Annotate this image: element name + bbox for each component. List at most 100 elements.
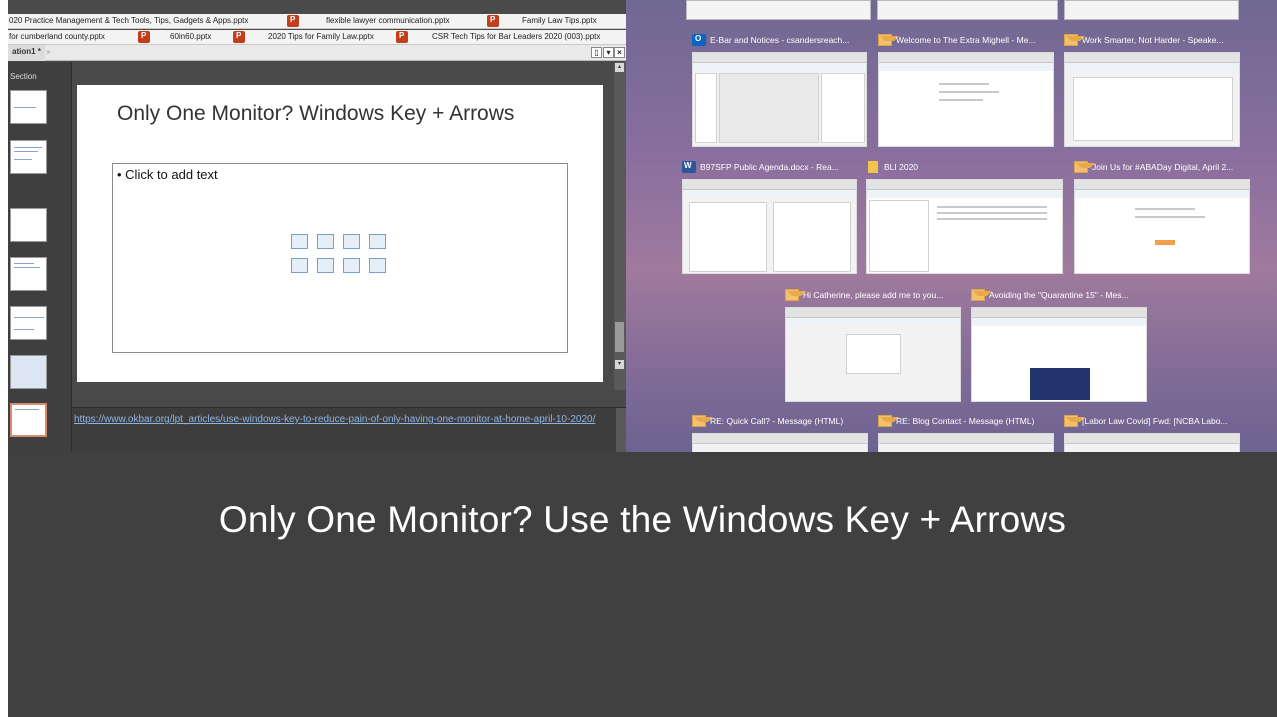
close-tab-icon[interactable]: × bbox=[46, 48, 51, 57]
task-view-window[interactable]: E-Bar and Notices - csandersreach... bbox=[692, 34, 867, 148]
window-thumbnail[interactable] bbox=[877, 0, 1058, 20]
recent-file-item[interactable]: 020 Practice Management & Tech Tools, Ti… bbox=[9, 16, 248, 25]
window-thumbnail[interactable] bbox=[686, 0, 871, 20]
window-preview bbox=[1074, 179, 1250, 274]
insert-online-picture-icon[interactable] bbox=[317, 258, 334, 273]
slide-caption: Only One Monitor? Use the Windows Key + … bbox=[218, 499, 1067, 540]
notes-hyperlink[interactable]: https://www.okbar.org/lpt_articles/use-w… bbox=[74, 414, 604, 426]
window-title: Hi Catherine, please add me to you... bbox=[803, 290, 944, 300]
window-title: Join Us for #ABADay Digital, April 2... bbox=[1092, 162, 1234, 172]
recent-file-item[interactable]: flexible lawyer communication.pptx bbox=[326, 16, 450, 25]
task-view-window[interactable]: B97SFP Public Agenda.docx - Rea... bbox=[682, 161, 857, 275]
window-title: [Labor Law Covid] Fwd: [NCBA Labo... bbox=[1082, 416, 1228, 426]
window-preview bbox=[692, 52, 867, 147]
window-preview bbox=[1064, 433, 1240, 452]
recent-file-item[interactable]: Family Law Tips.pptx bbox=[522, 16, 597, 25]
word-icon bbox=[682, 161, 696, 173]
window-title: Work Smarter, Not Harder - Speake... bbox=[1082, 35, 1224, 45]
slide-thumbnail[interactable] bbox=[10, 306, 47, 340]
window-title: E-Bar and Notices - csandersreach... bbox=[710, 35, 850, 45]
scroll-down-icon[interactable]: ▾ bbox=[615, 360, 624, 369]
mail-icon bbox=[1064, 415, 1085, 427]
insert-video-icon[interactable] bbox=[343, 258, 360, 273]
content-placeholder[interactable]: • Click to add text bbox=[112, 163, 568, 353]
mail-icon bbox=[785, 289, 806, 301]
task-view-window[interactable]: Welcome to The Extra Mighell - Me... bbox=[878, 34, 1054, 148]
task-view-window[interactable]: BLI 2020 bbox=[866, 161, 1063, 275]
chevron-down-icon[interactable]: ▾ bbox=[603, 47, 614, 58]
recent-file-item[interactable]: 60in60.pptx bbox=[170, 32, 211, 41]
task-view-window[interactable]: Avoiding the "Quarantine 15" - Mes... bbox=[971, 289, 1147, 403]
presentation-slide: 020 Practice Management & Tech Tools, Ti… bbox=[8, 0, 1277, 717]
recent-files-row: 020 Practice Management & Tech Tools, Ti… bbox=[8, 14, 626, 29]
vertical-scrollbar[interactable]: ▴ ▾ bbox=[614, 62, 626, 390]
window-preview bbox=[682, 179, 857, 274]
window-preview bbox=[785, 307, 961, 402]
insert-content-icons bbox=[291, 234, 391, 284]
task-view-window[interactable]: RE: Quick Call? - Message (HTML) bbox=[692, 415, 868, 452]
slide-thumbnail[interactable] bbox=[10, 90, 47, 124]
insert-chart-icon[interactable] bbox=[317, 234, 334, 249]
document-tab-bar: ation1 * × ▯ ▾ × bbox=[8, 45, 626, 61]
slide-thumbnail-selected[interactable] bbox=[10, 403, 47, 437]
pptx-file-icon bbox=[233, 31, 245, 43]
window-title: RE: Quick Call? - Message (HTML) bbox=[710, 416, 844, 426]
window-title: RE: Blog Contact - Message (HTML) bbox=[896, 416, 1035, 426]
scroll-up-icon[interactable]: ▴ bbox=[615, 63, 624, 72]
slide-thumbnail[interactable] bbox=[10, 208, 47, 242]
recent-files-row: for cumberland county.pptx 60in60.pptx 2… bbox=[8, 30, 626, 45]
folder-icon bbox=[868, 161, 878, 173]
window-preview bbox=[692, 433, 868, 452]
insert-3d-model-icon[interactable] bbox=[369, 234, 386, 249]
pptx-file-icon bbox=[487, 15, 499, 27]
window-preview bbox=[1064, 52, 1240, 147]
new-document-icon[interactable]: ▯ bbox=[591, 47, 602, 58]
notes-scrollbar[interactable] bbox=[616, 408, 626, 452]
task-view-window[interactable]: Hi Catherine, please add me to you... bbox=[785, 289, 961, 403]
window-preview bbox=[971, 307, 1147, 402]
insert-icons-icon[interactable] bbox=[369, 258, 386, 273]
window-preview bbox=[866, 179, 1063, 274]
window-preview bbox=[878, 52, 1054, 147]
section-label: Section bbox=[10, 72, 37, 81]
recent-file-item[interactable]: 2020 Tips for Family Law.pptx bbox=[268, 32, 374, 41]
mail-icon bbox=[1074, 161, 1095, 173]
mail-icon bbox=[878, 415, 899, 427]
slide-thumbnail[interactable] bbox=[10, 140, 47, 174]
task-view-window[interactable]: [Labor Law Covid] Fwd: [NCBA Labo... bbox=[1064, 415, 1240, 452]
task-view: E-Bar and Notices - csandersreach... Wel… bbox=[626, 0, 1277, 452]
task-view-window[interactable]: RE: Blog Contact - Message (HTML) bbox=[878, 415, 1054, 452]
pptx-file-icon bbox=[138, 31, 150, 43]
mail-icon bbox=[878, 34, 899, 46]
mail-icon bbox=[1064, 34, 1085, 46]
mail-icon bbox=[971, 289, 992, 301]
placeholder-text[interactable]: • Click to add text bbox=[117, 167, 218, 182]
slide-thumbnail[interactable] bbox=[10, 257, 47, 291]
slide-title[interactable]: Only One Monitor? Windows Key + Arrows bbox=[117, 102, 514, 126]
recent-file-item[interactable]: for cumberland county.pptx bbox=[9, 32, 105, 41]
window-thumbnail[interactable] bbox=[1064, 0, 1239, 20]
window-title: BLI 2020 bbox=[884, 162, 919, 172]
document-tab[interactable]: ation1 * bbox=[8, 45, 45, 61]
insert-smartart-icon[interactable] bbox=[343, 234, 360, 249]
slide-thumbnail[interactable] bbox=[10, 355, 47, 389]
task-view-window[interactable]: Join Us for #ABADay Digital, April 2... bbox=[1074, 161, 1250, 275]
window-title: Welcome to The Extra Mighell - Me... bbox=[896, 35, 1036, 45]
insert-picture-icon[interactable] bbox=[291, 258, 308, 273]
window-title: Avoiding the "Quarantine 15" - Mes... bbox=[989, 290, 1129, 300]
recent-file-item[interactable]: CSR Tech Tips for Bar Leaders 2020 (003)… bbox=[432, 32, 600, 41]
scrollbar-thumb[interactable] bbox=[615, 322, 624, 352]
notes-pane[interactable]: https://www.okbar.org/lpt_articles/use-w… bbox=[72, 407, 626, 452]
pptx-file-icon bbox=[287, 15, 299, 27]
mail-icon bbox=[692, 415, 713, 427]
outlook-icon bbox=[692, 34, 706, 46]
insert-table-icon[interactable] bbox=[291, 234, 308, 249]
pptx-file-icon bbox=[396, 31, 408, 43]
task-view-window[interactable]: Work Smarter, Not Harder - Speake... bbox=[1064, 34, 1240, 148]
slide-thumbnail-pane: Section bbox=[8, 62, 72, 452]
window-preview bbox=[878, 433, 1054, 452]
slide-canvas[interactable]: Only One Monitor? Windows Key + Arrows •… bbox=[77, 85, 603, 382]
close-icon[interactable]: × bbox=[614, 47, 625, 58]
window-title: B97SFP Public Agenda.docx - Rea... bbox=[700, 162, 839, 172]
powerpoint-window: 020 Practice Management & Tech Tools, Ti… bbox=[8, 0, 626, 452]
